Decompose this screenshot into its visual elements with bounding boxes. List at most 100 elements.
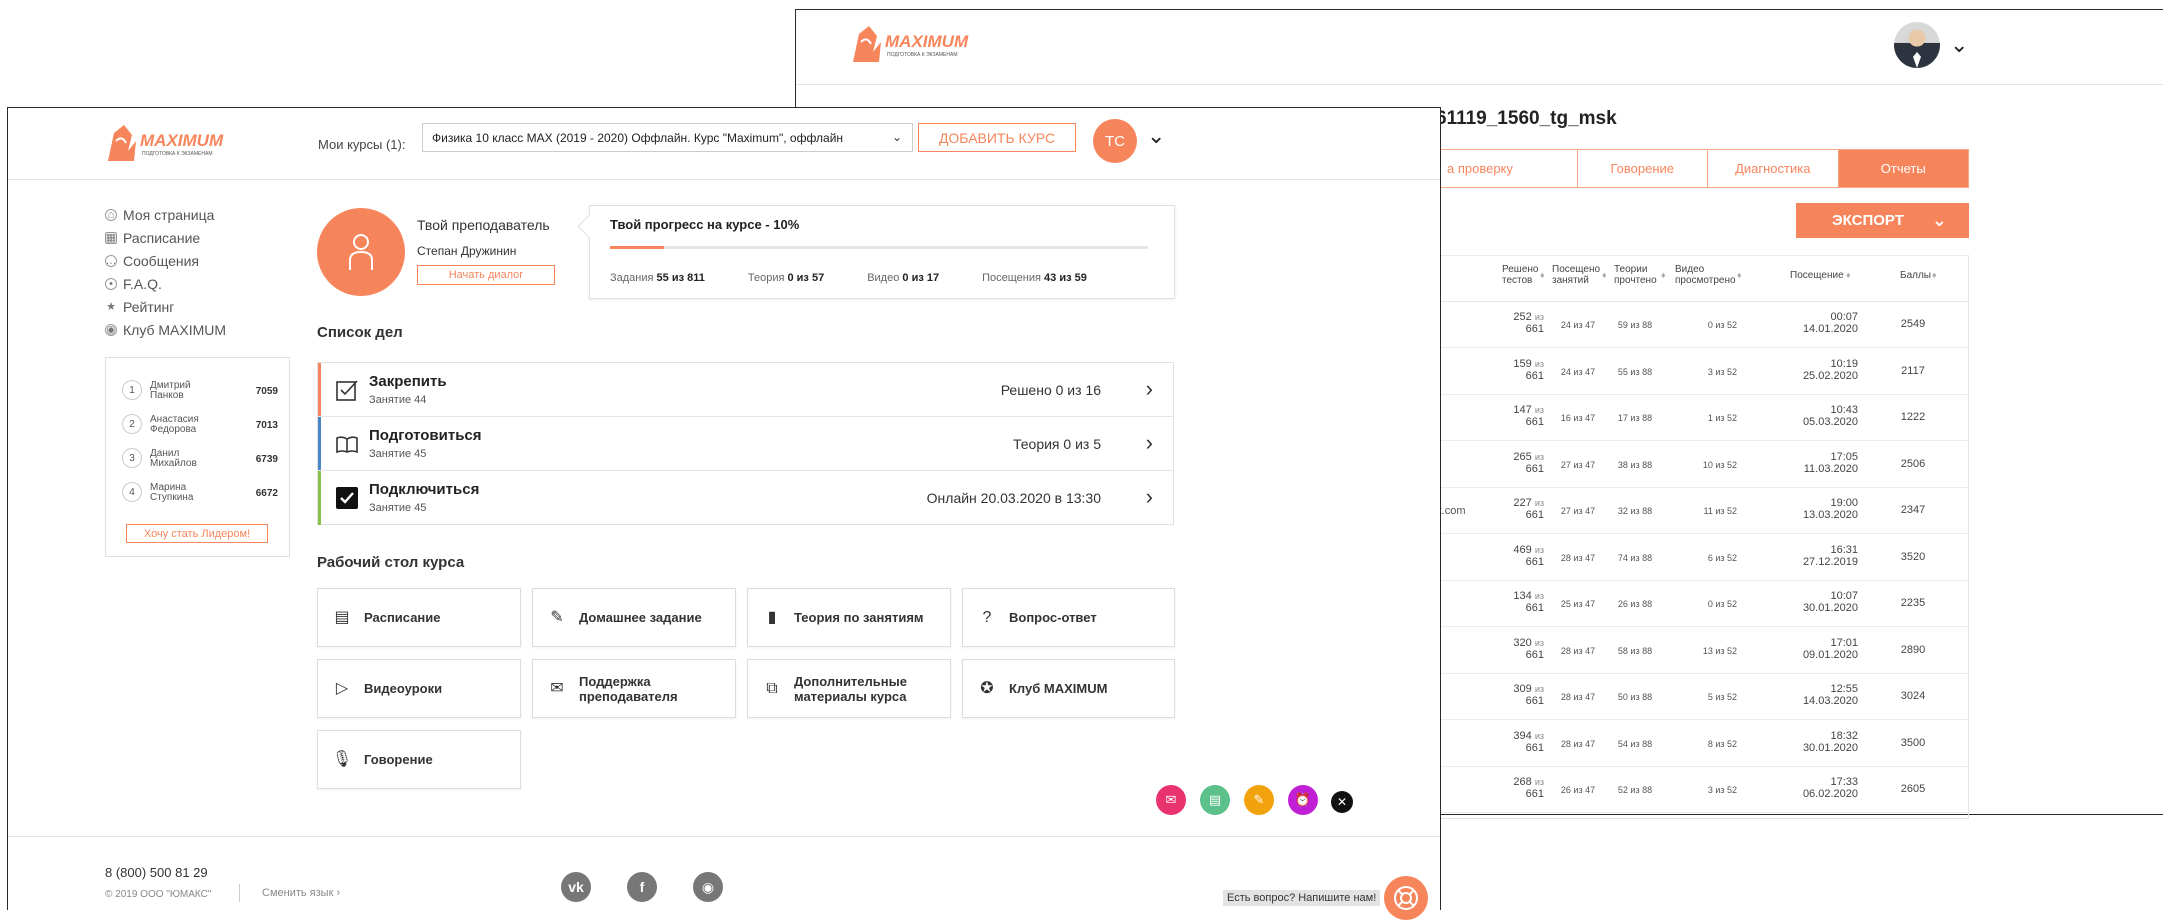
cell-solved: 394 из 661 bbox=[1513, 729, 1544, 754]
microphone-icon: 🎙 bbox=[331, 751, 353, 768]
sidebar-item-my-page[interactable]: ⌂ Моя страница bbox=[105, 203, 226, 226]
chevron-right-icon[interactable]: › bbox=[1146, 484, 1153, 510]
cell-video: 8 из 52 bbox=[1707, 738, 1737, 749]
cell-video: 10 из 52 bbox=[1702, 459, 1737, 470]
footer-phone[interactable]: 8 (800) 500 81 29 bbox=[105, 865, 208, 880]
fab-homework-button[interactable]: ✎ bbox=[1244, 785, 1274, 815]
table-row: 134 из 661 25 из 47 26 из 88 0 из 52 10:07 30.… bbox=[1437, 581, 1968, 627]
fab-alarm-button[interactable]: ⏰ bbox=[1288, 785, 1318, 815]
checkbox-icon bbox=[335, 486, 359, 510]
tile-speaking[interactable]: 🎙 Говорение bbox=[317, 730, 521, 789]
leader-score: 6739 bbox=[255, 454, 278, 465]
todo-status: Онлайн 20.03.2020 в 13:30 bbox=[926, 490, 1101, 506]
tab-review[interactable]: а проверку bbox=[1437, 150, 1577, 187]
instagram-icon[interactable]: ◉ bbox=[693, 872, 723, 902]
todo-item-connect[interactable]: Подключиться Занятие 45 Онлайн 20.03.202… bbox=[318, 471, 1173, 525]
leader-name: Данил Михайлов bbox=[150, 448, 197, 469]
facebook-icon[interactable]: f bbox=[627, 872, 657, 902]
column-header[interactable]: Видео просмотрено ♦ bbox=[1675, 264, 1742, 286]
home-icon: ⌂ bbox=[105, 208, 117, 221]
tab-speaking[interactable]: Говорение bbox=[1576, 150, 1708, 187]
logo[interactable]: MAXIMUM ПОДГОТОВКА К ЭКЗАМЕНАМ bbox=[106, 121, 236, 170]
chevron-down-icon: ⌄ bbox=[891, 130, 902, 144]
cell-theory: 74 из 88 bbox=[1617, 552, 1653, 563]
logo[interactable]: MAXIMUM ПОДГОТОВКА К ЭКЗАМЕНАМ bbox=[851, 22, 981, 71]
tile-theory[interactable]: ▮ Теория по занятиям bbox=[747, 588, 951, 647]
tile-support[interactable]: ✉ Поддержка преподавателя bbox=[532, 659, 736, 718]
todo-item-reinforce[interactable]: Закрепить Занятие 44 Решено 0 из 16 › bbox=[318, 363, 1173, 417]
stat-visits: Посещения 43 из 59 bbox=[982, 272, 1087, 284]
export-button[interactable]: ЭКСПОРТ ⌄ bbox=[1796, 203, 1969, 238]
sidebar-item-schedule[interactable]: ▦ Расписание bbox=[105, 226, 226, 249]
table-row: 469 из 661 28 из 47 74 из 88 6 из 52 16:31 27.… bbox=[1437, 535, 1968, 581]
column-header[interactable]: Посещено занятий ♦ bbox=[1552, 264, 1607, 286]
report-table: Решено тестов ♦ Посещено занятий ♦ Теории про… bbox=[1427, 255, 1969, 819]
leader-item: 3 Данил Михайлов 6739 bbox=[122, 448, 278, 470]
tile-homework[interactable]: ✎ Домашнее задание bbox=[532, 588, 736, 647]
progress-bar-fill bbox=[610, 246, 664, 249]
fab-materials-button[interactable]: ▤ bbox=[1200, 785, 1230, 815]
tile-club[interactable]: ✪ Клуб MAXIMUM bbox=[962, 659, 1175, 718]
cell-visits: 26 из 47 bbox=[1560, 785, 1596, 795]
tile-video[interactable]: ▷ Видеоуроки bbox=[317, 659, 521, 718]
tile-materials[interactable]: ⧉ Дополнительные материалы курса bbox=[747, 659, 951, 718]
desk-heading: Рабочий стол курса bbox=[317, 554, 465, 571]
chevron-down-icon[interactable]: ⌄ bbox=[1950, 32, 1968, 58]
column-header[interactable]: Решено тестов ♦ bbox=[1502, 264, 1545, 286]
vk-icon[interactable]: vk bbox=[561, 872, 591, 902]
cell-solved: 469 из 661 bbox=[1513, 543, 1544, 568]
cell-score: 2117 bbox=[1901, 364, 1925, 377]
header: MAXIMUM ПОДГОТОВКА К ЭКЗАМЕНАМ Мои курсы… bbox=[8, 108, 1440, 180]
tile-faq[interactable]: ? Вопрос-ответ bbox=[962, 588, 1175, 647]
sidebar-item-club[interactable]: ◉ Клуб MAXIMUM bbox=[105, 318, 226, 341]
leaderboard: 1 Дмитрий Панков 7059 2 Анастасия Федорова… bbox=[105, 357, 290, 557]
table-row: 252 из 661 24 из 47 59 из 88 0 из 52 00:07 14.… bbox=[1437, 302, 1968, 348]
tab-diagnostics[interactable]: Диагностика bbox=[1707, 150, 1838, 187]
tab-reports[interactable]: Отчеты bbox=[1837, 150, 1968, 187]
leader-name: Марина Ступкина bbox=[150, 482, 194, 503]
table-row: 320 из 661 28 из 47 58 из 88 13 из 52 17:01 09… bbox=[1437, 628, 1968, 674]
cell-video: 6 из 52 bbox=[1707, 552, 1737, 563]
table-row: 159 из 661 24 из 47 55 из 88 3 из 52 10:19 25.… bbox=[1437, 349, 1968, 395]
tile-schedule[interactable]: ▤ Расписание bbox=[317, 588, 521, 647]
help-button[interactable] bbox=[1384, 876, 1428, 920]
sidebar-item-messages[interactable]: … Сообщения bbox=[105, 249, 226, 272]
user-avatar[interactable]: ТС bbox=[1093, 119, 1137, 163]
todo-strip bbox=[318, 363, 321, 416]
leader-name: Дмитрий Панков bbox=[150, 380, 191, 401]
cell-visits: 28 из 47 bbox=[1560, 552, 1596, 563]
column-header[interactable]: Теории прочтено ♦ bbox=[1614, 264, 1666, 286]
cell-theory: 59 из 88 bbox=[1617, 320, 1653, 330]
cell-visit-date: 19:00 13.03.2020 bbox=[1802, 497, 1858, 521]
todo-subtitle: Занятие 45 bbox=[369, 502, 427, 514]
todo-strip bbox=[318, 417, 321, 470]
close-icon[interactable]: ✕ bbox=[1331, 791, 1353, 813]
chevron-down-icon[interactable]: ⌄ bbox=[1147, 123, 1165, 149]
leader-rank: 4 bbox=[122, 482, 142, 502]
chevron-right-icon[interactable]: › bbox=[1146, 376, 1153, 402]
add-course-button[interactable]: ДОБАВИТЬ КУРС bbox=[918, 123, 1076, 152]
cell-visit-date: 10:43 05.03.2020 bbox=[1802, 404, 1858, 428]
table-row: 268 из 661 26 из 47 52 из 88 3 из 52 17:33 06.… bbox=[1437, 767, 1968, 813]
change-language-link[interactable]: Сменить язык › bbox=[239, 884, 340, 902]
fab-messages-button[interactable]: ✉ bbox=[1156, 785, 1186, 815]
column-header[interactable]: Посещение ♦ bbox=[1790, 270, 1851, 281]
cell-score: 2549 bbox=[1900, 318, 1926, 330]
chevron-right-icon[interactable]: › bbox=[1146, 430, 1153, 456]
course-select[interactable]: Физика 10 класс MAX (2019 - 2020) Оффлай… bbox=[422, 123, 913, 152]
ask-question-label[interactable]: Есть вопрос? Напишите нам! bbox=[1223, 890, 1381, 906]
cell-theory: 26 из 88 bbox=[1617, 599, 1653, 609]
checklist-icon bbox=[335, 378, 359, 402]
sidebar-item-rating[interactable]: ★ Рейтинг bbox=[105, 295, 226, 318]
svg-text:MAXIMUM: MAXIMUM bbox=[885, 32, 969, 51]
user-avatar[interactable] bbox=[1894, 22, 1940, 68]
todo-item-prepare[interactable]: Подготовиться Занятие 45 Теория 0 из 5 › bbox=[318, 417, 1173, 471]
video-icon: ▷ bbox=[335, 680, 349, 697]
todo-heading: Список дел bbox=[317, 324, 403, 341]
column-header[interactable]: Баллы ♦ bbox=[1900, 270, 1937, 281]
cell-score: 1222 bbox=[1900, 411, 1926, 423]
become-leader-button[interactable]: Хочу стать Лидером! bbox=[126, 524, 268, 543]
sidebar-item-faq[interactable]: • F.A.Q. bbox=[105, 272, 226, 295]
cell-solved: 265 из 661 bbox=[1513, 450, 1544, 475]
start-dialog-button[interactable]: Начать диалог bbox=[417, 265, 555, 285]
